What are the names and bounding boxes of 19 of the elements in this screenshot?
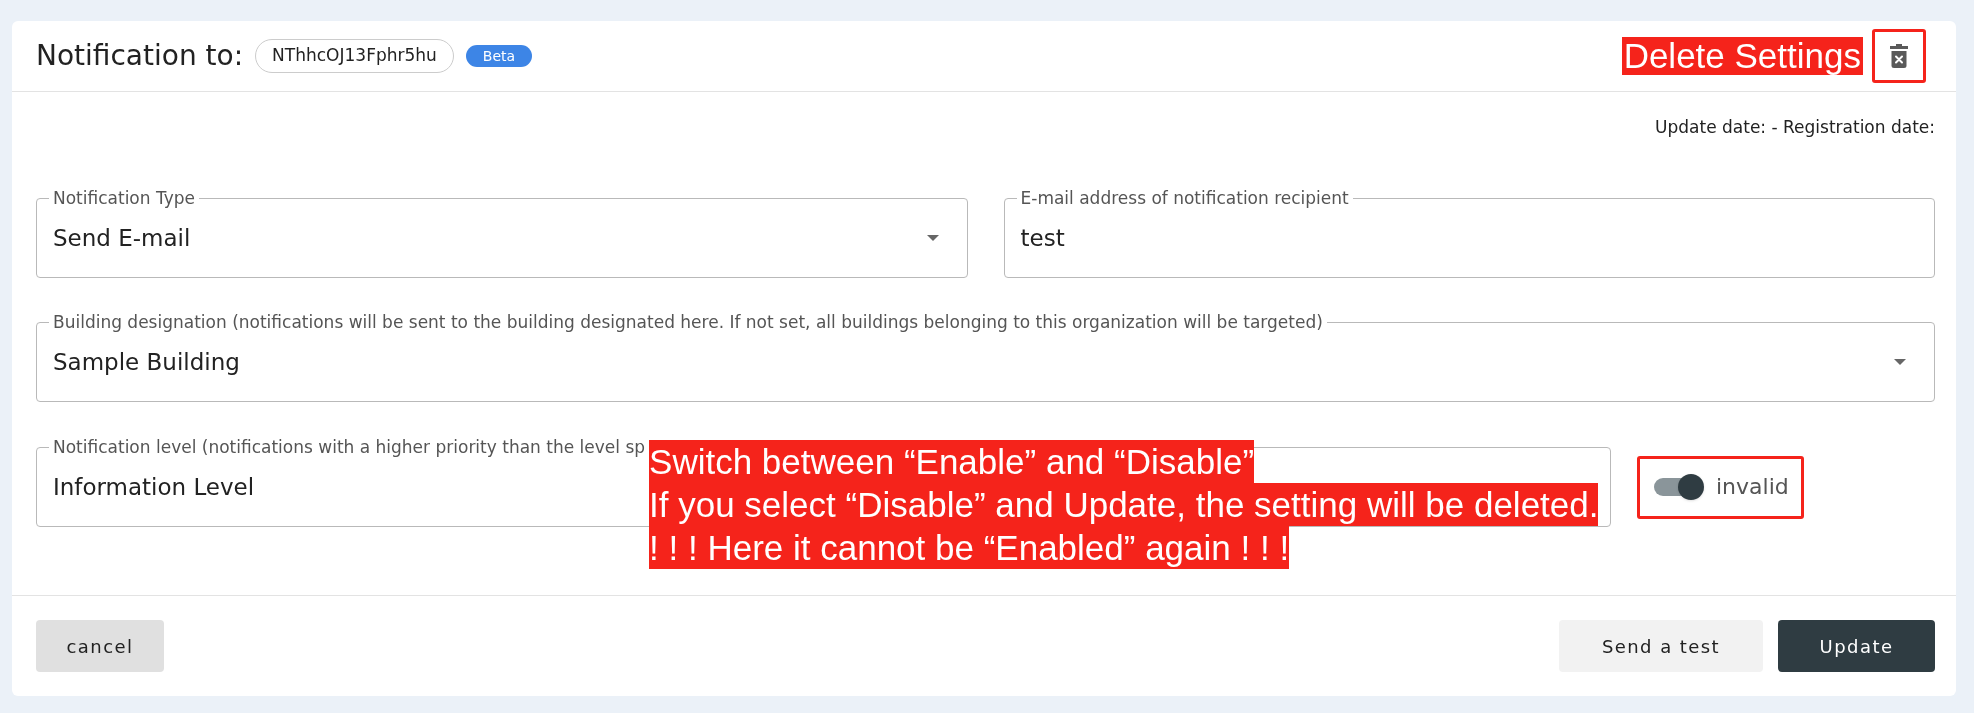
annotation-tooltip: ! ! ! Here it cannot be “Enabled” again ! ! ! [649, 526, 1290, 569]
send-test-button[interactable]: Send a test [1559, 620, 1763, 672]
update-button[interactable]: Update [1778, 620, 1935, 672]
dates-text: Update date: - Registration date: [1655, 117, 1935, 137]
field-label: E-mail address of notification recipient [1016, 188, 1353, 208]
toggle-label: invalid [1716, 474, 1789, 500]
annotation-label: Delete Settings [1621, 37, 1863, 75]
beta-badge: Beta [465, 45, 533, 67]
caret-icon [1894, 359, 1906, 365]
caret-icon [926, 235, 939, 241]
field-label: Notification level (notifications with a higher priority than the level sp [49, 437, 650, 457]
toggle-switch[interactable] [1652, 474, 1704, 500]
annotation-tooltip: If you select “Disable” and Update, the setting will be deleted. [649, 483, 1599, 526]
trash-icon [1890, 44, 1908, 68]
cancel-button[interactable]: cancel [36, 620, 164, 672]
field-label: Building designation (notifications will be sent to the building designated here. If not set, all buildings belonging to this organization will be targeted) [49, 312, 1327, 332]
dialog-title: Notification to: [36, 39, 244, 73]
field-label: Notification Type [49, 188, 199, 208]
annotation-tooltip: Switch between “Enable” and “Disable” [649, 440, 1255, 483]
